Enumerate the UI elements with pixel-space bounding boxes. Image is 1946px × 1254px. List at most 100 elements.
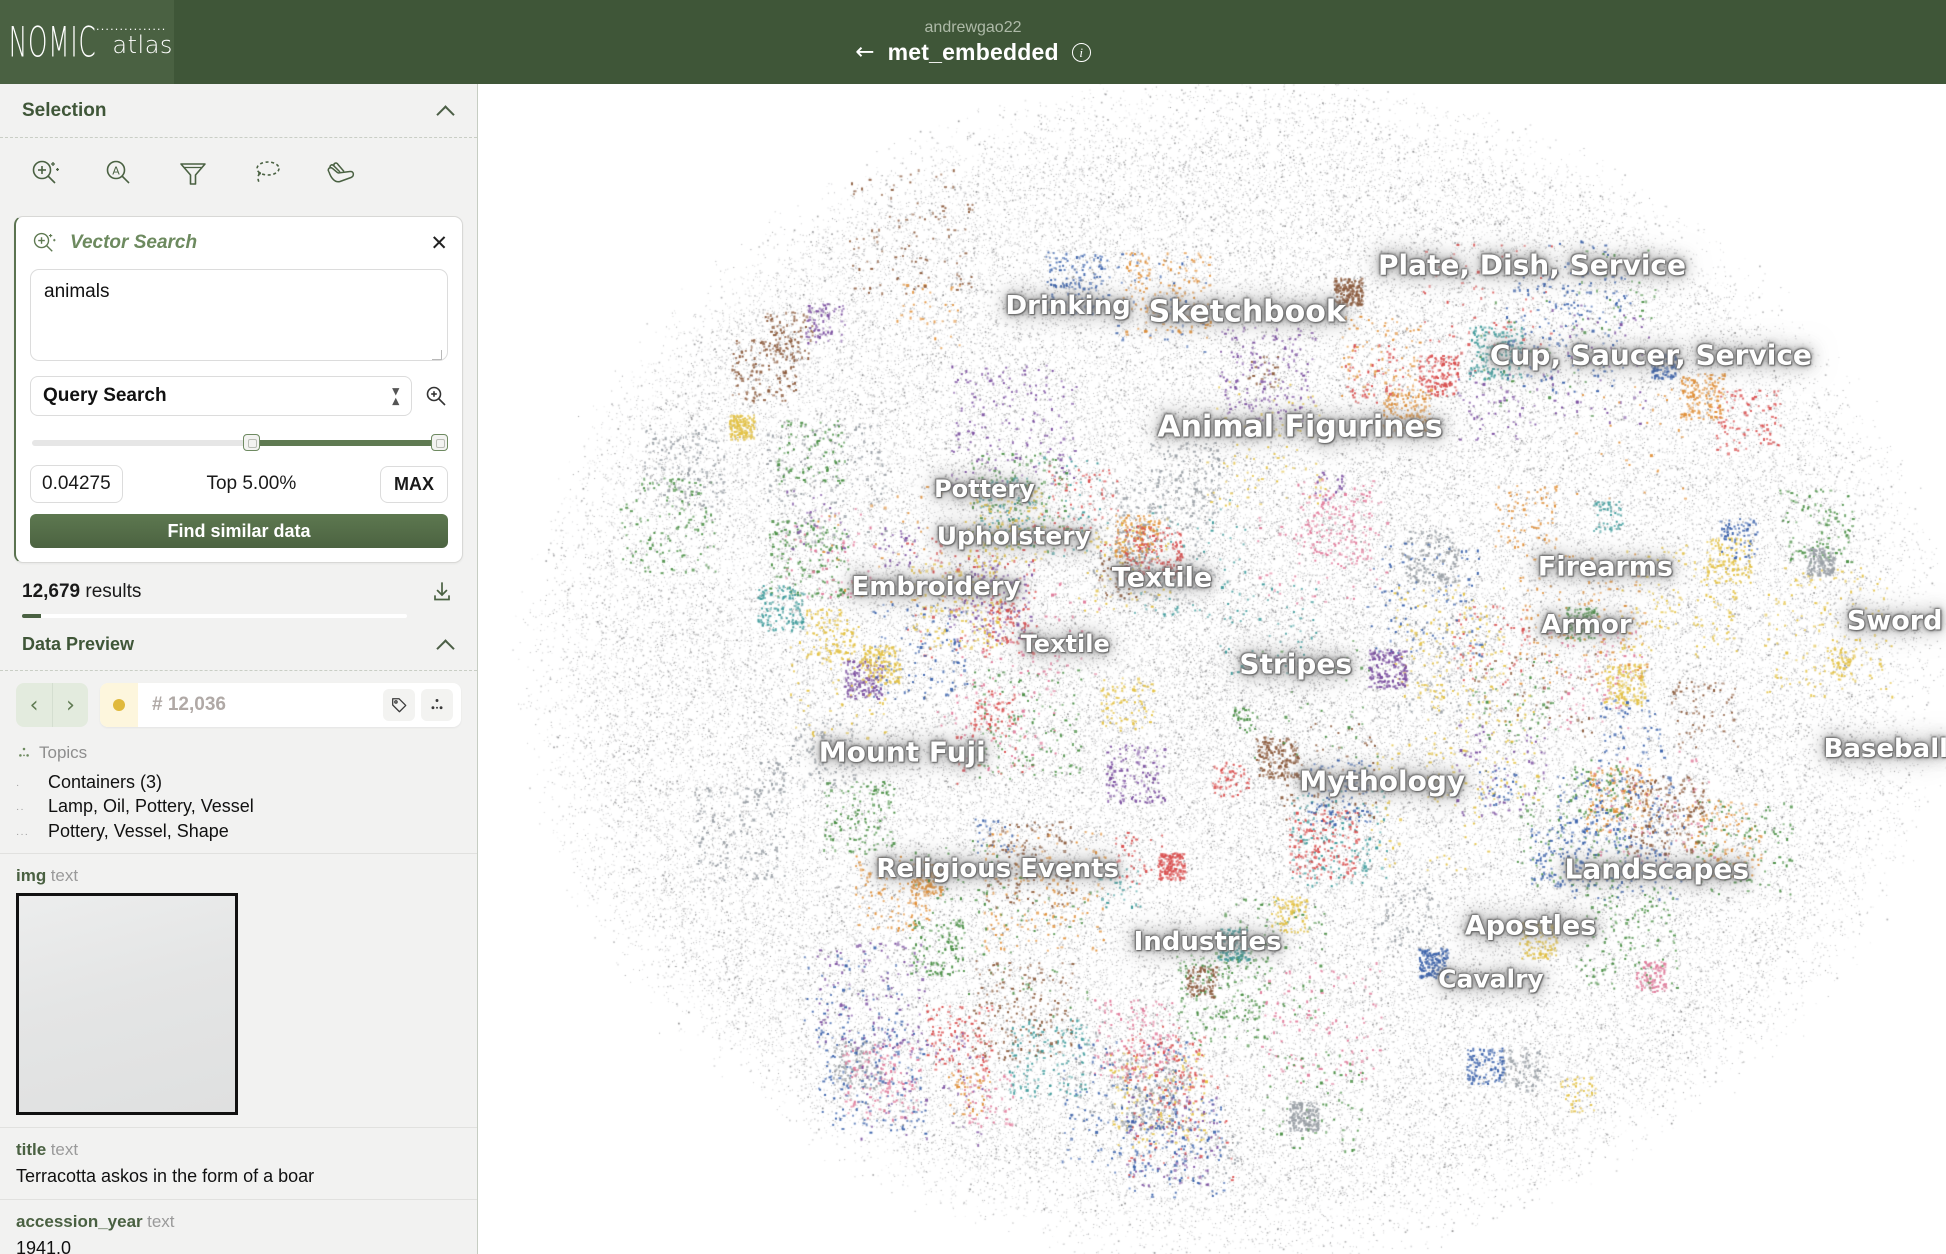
map-topic-label[interactable]: Sword — [1847, 606, 1943, 637]
range-values-row: 0.04275 Top 5.00% MAX — [30, 465, 448, 503]
topics-block: Topics · Containers (3) ·· Lamp, Oil, Po… — [0, 737, 477, 853]
map-topic-label[interactable]: Religious Events — [876, 854, 1119, 884]
results-progress-fill — [22, 614, 42, 618]
prev-record-button[interactable]: ‹ — [16, 683, 52, 727]
topics-label: Topics — [39, 743, 88, 762]
next-record-button[interactable]: › — [52, 683, 88, 727]
max-button[interactable]: MAX — [379, 465, 448, 503]
run-search-icon[interactable] — [424, 384, 448, 408]
results-count-suffix: results — [80, 581, 142, 602]
record-id-label: # 12,036 — [152, 694, 226, 715]
header-center: andrewgao22 ← met_embedded i — [0, 0, 1946, 84]
field-name: img — [16, 865, 47, 885]
list-item[interactable]: · Containers (3) — [16, 770, 461, 794]
filter-icon[interactable] — [172, 152, 214, 194]
topic-cluster-icon[interactable] — [421, 689, 453, 721]
embedding-map[interactable]: Plate, Dish, Service Drinking Sketchbook Cu… — [478, 84, 1946, 1254]
lasso-select-icon[interactable] — [246, 152, 288, 194]
threshold-value[interactable]: 0.04275 — [30, 465, 123, 503]
record-image-thumbnail[interactable] — [16, 892, 238, 1115]
list-item[interactable]: ·· Lamp, Oil, Pottery, Vessel — [16, 794, 461, 818]
field-header: accession_year text — [16, 1212, 461, 1232]
app-header: ............... NOMIC atlas andrewgao22 … — [0, 0, 1946, 84]
topic-label: Containers (3) — [48, 772, 163, 792]
field-name: title — [16, 1139, 47, 1159]
selection-title: Selection — [22, 100, 107, 121]
record-id-chip[interactable]: # 12,036 — [100, 683, 461, 727]
topic-label: Pottery, Vessel, Shape — [48, 820, 229, 841]
sidebar: Selection A Vector Search ✕ animals Quer… — [0, 84, 478, 1254]
map-topic-label[interactable]: Cup, Saucer, Service — [1490, 339, 1812, 372]
map-topic-label[interactable]: Pottery — [934, 475, 1035, 503]
data-preview-header[interactable]: Data Preview — [0, 618, 477, 670]
topic-depth-dots: ··· — [16, 828, 29, 840]
map-topic-label[interactable]: Apostles — [1465, 911, 1596, 942]
map-topic-label[interactable]: Industries — [1134, 927, 1282, 957]
logo-atlas-text: atlas — [112, 31, 173, 59]
search-query-input[interactable] — [30, 269, 448, 361]
list-item[interactable]: ··· Pottery, Vessel, Shape — [16, 819, 461, 843]
vector-search-panel: Vector Search ✕ Query Search ▾▴ — [14, 216, 463, 563]
selection-panel-header[interactable]: Selection — [0, 84, 477, 137]
map-topic-label[interactable]: Textile — [1021, 630, 1110, 658]
find-similar-data-button[interactable]: Find similar data — [30, 514, 448, 548]
map-topic-label[interactable]: Landscapes — [1565, 853, 1750, 886]
selection-toolbar: A — [0, 138, 477, 210]
vector-search-icon — [33, 232, 56, 252]
nomic-atlas-logo[interactable]: ............... NOMIC atlas — [0, 0, 174, 84]
field-header: img text — [16, 866, 461, 886]
record-nav-group: ‹ › — [16, 683, 88, 727]
map-topic-label[interactable]: Embroidery — [851, 572, 1020, 602]
slider-handle-min[interactable] — [243, 434, 261, 451]
search-mode-select[interactable]: Query Search ▾ ▴ — [30, 376, 412, 416]
field-accession-year: accession_year text 1941.0 — [0, 1200, 477, 1254]
text-search-icon[interactable]: A — [98, 152, 140, 194]
results-block: 12,679 results — [0, 563, 477, 618]
chevron-up-icon[interactable] — [437, 102, 455, 120]
chevron-up-icon[interactable] — [437, 636, 455, 654]
atlas-app: ............... NOMIC atlas andrewgao22 … — [0, 0, 1946, 1254]
vector-search-header: Vector Search ✕ — [30, 229, 448, 257]
back-arrow-icon[interactable]: ← — [855, 41, 874, 64]
results-row: 12,679 results — [22, 579, 455, 605]
logo-nomic-text: NOMIC — [8, 17, 97, 67]
map-topic-label[interactable]: Armor — [1541, 610, 1632, 640]
map-topic-label[interactable]: Baseball — [1824, 734, 1946, 764]
record-actions — [383, 689, 461, 721]
similarity-range-slider[interactable] — [30, 430, 448, 456]
svg-text:A: A — [112, 165, 120, 178]
topic-cluster-icon — [19, 747, 29, 757]
map-topic-label[interactable]: Firearms — [1538, 552, 1673, 583]
field-type: text — [147, 1211, 175, 1231]
field-type: text — [50, 1139, 79, 1159]
map-topic-label[interactable]: Upholstery — [937, 521, 1091, 550]
map-topic-label[interactable]: Mount Fuji — [819, 736, 986, 769]
map-topic-label[interactable]: Sketchbook — [1149, 295, 1346, 330]
field-value: Terracotta askos in the form of a boar — [16, 1165, 315, 1186]
data-preview-title: Data Preview — [22, 634, 135, 654]
map-topic-label[interactable]: Cavalry — [1438, 965, 1544, 994]
record-nav-row: ‹ › # 12,036 — [0, 671, 477, 737]
info-icon[interactable]: i — [1071, 43, 1091, 63]
topic-depth-dots: · — [16, 780, 21, 791]
vector-search-icon[interactable] — [24, 152, 66, 194]
slider-handle-max[interactable] — [431, 434, 448, 451]
map-point-cloud[interactable] — [478, 84, 1946, 1254]
map-topic-label[interactable]: Mythology — [1299, 765, 1465, 798]
search-mode-row: Query Search ▾ ▴ — [30, 376, 448, 416]
field-type: text — [50, 865, 79, 885]
record-color-swatch — [100, 683, 138, 727]
download-icon[interactable] — [429, 579, 455, 605]
close-icon[interactable]: ✕ — [430, 232, 448, 254]
map-topic-label[interactable]: Drinking — [1006, 291, 1131, 321]
map-topic-label[interactable]: Stripes — [1239, 648, 1352, 681]
project-owner: andrewgao22 — [924, 18, 1022, 36]
map-topic-label[interactable]: Animal Figurines — [1157, 409, 1442, 444]
search-mode-value: Query Search — [43, 385, 167, 406]
topic-label: Lamp, Oil, Pottery, Vessel — [48, 796, 254, 817]
pan-hand-icon[interactable] — [320, 152, 362, 194]
field-name: accession_year — [16, 1211, 143, 1231]
map-topic-label[interactable]: Textile — [1112, 562, 1212, 593]
tag-icon[interactable] — [383, 689, 415, 721]
map-topic-label[interactable]: Plate, Dish, Service — [1378, 249, 1686, 282]
